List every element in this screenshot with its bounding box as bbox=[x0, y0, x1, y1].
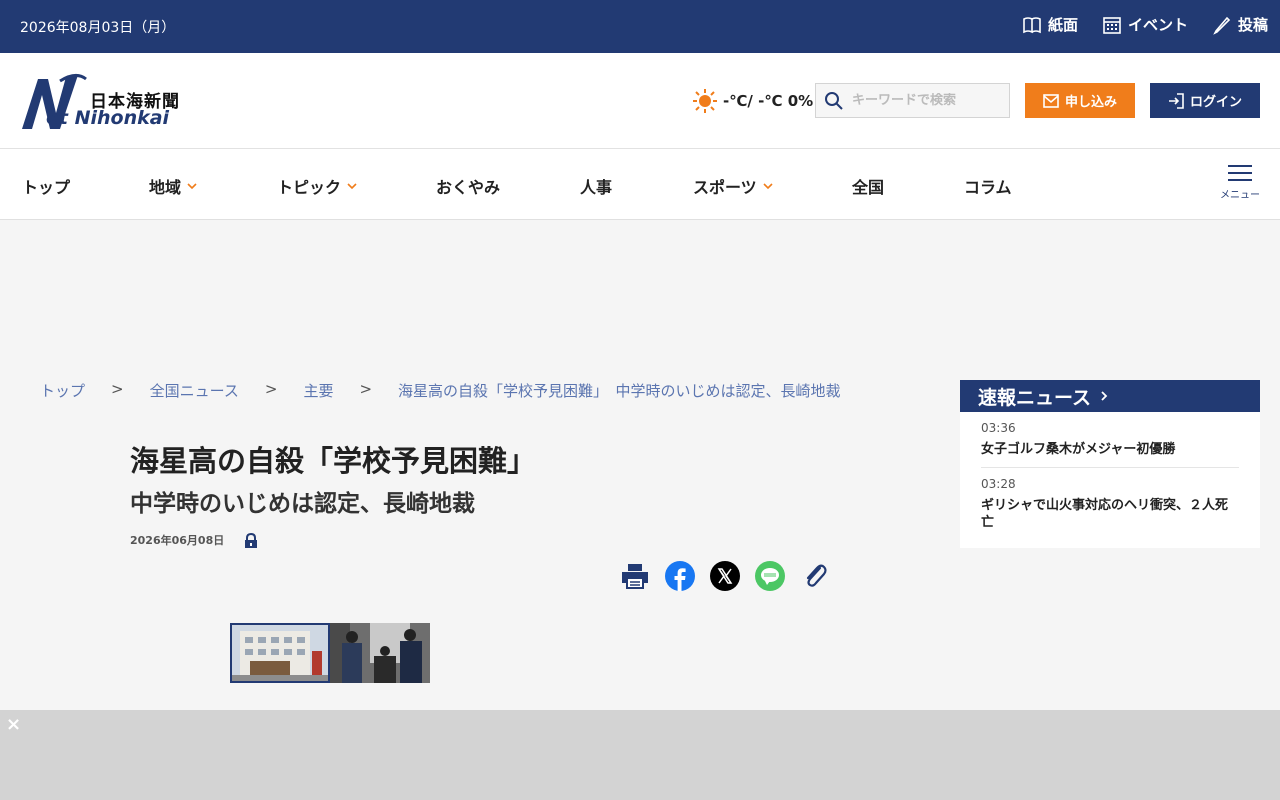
building-photo bbox=[230, 623, 330, 683]
nav-item-label: おくやみ bbox=[436, 178, 501, 197]
facebook-icon bbox=[665, 561, 695, 591]
menu-button[interactable]: メニュー bbox=[1220, 165, 1260, 205]
breaking-news-panel: 速報ニュース 03:36 女子ゴルフ桑木がメジャー初優勝 03:28 ギリシャで… bbox=[960, 380, 1260, 548]
login-icon bbox=[1168, 92, 1184, 109]
main-nav: トップ 地域 トピック おくやみ 人事 スポーツ 全国 コラム メニュー bbox=[0, 149, 1280, 220]
article-title: 海星高の自殺「学校予見困難」 bbox=[130, 444, 537, 478]
print-icon bbox=[622, 564, 648, 589]
nav-item-column[interactable]: コラム bbox=[964, 174, 1012, 198]
weather: -℃/ -℃ 0% bbox=[693, 89, 813, 113]
login-button-label: ログイン bbox=[1189, 95, 1242, 110]
link-paper-label: 紙面 bbox=[1047, 16, 1078, 34]
nav-item-label: トピック bbox=[277, 178, 342, 197]
news-item[interactable]: 03:28 ギリシャで山火事対応のヘリ衝突、２人死亡 bbox=[981, 467, 1239, 540]
search-icon[interactable] bbox=[824, 91, 844, 111]
facebook-share-button[interactable] bbox=[665, 561, 695, 591]
photo-thumbnail[interactable] bbox=[330, 623, 430, 683]
breaking-news-heading[interactable]: 速報ニュース bbox=[960, 380, 1260, 412]
site-logo[interactable]: 日本海新聞 et Nihonkai bbox=[20, 73, 190, 133]
apply-button-label: 申し込み bbox=[1064, 95, 1117, 110]
article-meta: 2026年06月08日 bbox=[130, 532, 258, 548]
link-event[interactable]: イベント bbox=[1102, 14, 1188, 35]
search-input[interactable] bbox=[852, 93, 1002, 108]
nav-item-national[interactable]: 全国 bbox=[852, 174, 884, 198]
news-item[interactable]: 03:36 女子ゴルフ桑木がメジャー初優勝 bbox=[981, 412, 1239, 467]
copy-link-button[interactable] bbox=[800, 561, 830, 591]
link-event-label: イベント bbox=[1127, 16, 1188, 34]
breadcrumb: トップ > 全国ニュース > 主要 > 海星高の自殺「学校予見困難」 中学時のい… bbox=[40, 380, 841, 401]
line-share-button[interactable] bbox=[755, 561, 785, 591]
link-paper[interactable]: 紙面 bbox=[1022, 14, 1078, 35]
logo-text-en: et Nihonkai bbox=[46, 107, 170, 129]
photo-thumbnail[interactable] bbox=[230, 623, 330, 683]
news-item-title[interactable]: ギリシャで山火事対応のヘリ衝突、２人死亡 bbox=[981, 497, 1239, 531]
nav-item-label: 全国 bbox=[852, 178, 885, 197]
nav-item-sports[interactable]: スポーツ bbox=[693, 174, 773, 198]
article-date: 2026年06月08日 bbox=[130, 534, 225, 547]
chevron-down-icon bbox=[763, 183, 773, 190]
top-links: 紙面 イベント 投稿 bbox=[1022, 14, 1268, 35]
breadcrumb-separator: > bbox=[359, 380, 373, 398]
breadcrumb-item-current[interactable]: 海星高の自殺「学校予見困難」 中学時のいじめは認定、長崎地裁 bbox=[398, 380, 841, 401]
breadcrumb-separator: > bbox=[264, 380, 278, 398]
nav-item-label: スポーツ bbox=[693, 178, 757, 197]
sun-icon bbox=[693, 89, 717, 113]
chevron-down-icon bbox=[187, 183, 197, 190]
x-share-button[interactable] bbox=[710, 561, 740, 591]
chevron-down-icon bbox=[347, 183, 357, 190]
news-item-time: 03:36 bbox=[981, 421, 1016, 435]
nav-item-obituary[interactable]: おくやみ bbox=[436, 174, 500, 198]
article-subtitle: 中学時のいじめは認定、長崎地裁 bbox=[130, 491, 475, 517]
breadcrumb-item-top[interactable]: トップ bbox=[40, 380, 85, 401]
photo-thumbnails bbox=[230, 623, 430, 683]
nav-item-label: 人事 bbox=[580, 178, 613, 197]
breaking-news-heading-label: 速報ニュース bbox=[978, 386, 1092, 409]
print-button[interactable] bbox=[620, 561, 650, 591]
breadcrumb-separator: > bbox=[111, 380, 124, 398]
nav-item-personnel[interactable]: 人事 bbox=[580, 174, 612, 198]
lock-icon bbox=[245, 532, 258, 548]
calendar-icon bbox=[1103, 16, 1121, 34]
paperclip-icon bbox=[806, 564, 827, 587]
menu-button-label: メニュー bbox=[1220, 190, 1260, 201]
top-bar: 2026年08月03日（月） 紙面 イベント 投稿 bbox=[0, 0, 1280, 53]
news-item-time: 03:28 bbox=[981, 477, 1016, 491]
link-post[interactable]: 投稿 bbox=[1212, 14, 1268, 35]
news-item-title[interactable]: 女子ゴルフ桑木がメジャー初優勝 bbox=[981, 441, 1239, 458]
current-date: 2026年08月03日（月） bbox=[20, 20, 176, 36]
weather-text: -℃/ -℃ 0% bbox=[723, 92, 814, 110]
site-header: 日本海新聞 et Nihonkai -℃/ -℃ 0% 申し込み ログイン bbox=[0, 53, 1280, 149]
nav-item-label: 地域 bbox=[149, 178, 182, 197]
breadcrumb-item-national[interactable]: 全国ニュース bbox=[150, 380, 239, 401]
login-button[interactable]: ログイン bbox=[1150, 83, 1260, 118]
nav-item-top[interactable]: トップ bbox=[22, 174, 70, 198]
book-icon bbox=[1023, 16, 1041, 33]
apply-button[interactable]: 申し込み bbox=[1025, 83, 1135, 118]
x-icon bbox=[710, 561, 740, 591]
nav-item-label: トップ bbox=[22, 178, 71, 197]
nav-item-topic[interactable]: トピック bbox=[277, 174, 357, 198]
chevron-right-icon bbox=[1101, 391, 1108, 401]
link-post-label: 投稿 bbox=[1237, 16, 1268, 34]
hamburger-icon bbox=[1220, 165, 1260, 181]
pencil-icon bbox=[1213, 16, 1231, 35]
nav-item-region[interactable]: 地域 bbox=[149, 174, 197, 198]
share-buttons bbox=[620, 561, 830, 591]
line-icon bbox=[755, 561, 785, 591]
bottom-ad-banner: × bbox=[0, 710, 1280, 800]
search-box bbox=[815, 83, 1010, 118]
close-ad-button[interactable]: × bbox=[6, 716, 24, 734]
breadcrumb-item-main[interactable]: 主要 bbox=[303, 380, 333, 401]
mail-icon bbox=[1043, 93, 1059, 108]
people-photo bbox=[330, 623, 430, 683]
nav-item-label: コラム bbox=[964, 178, 1012, 197]
